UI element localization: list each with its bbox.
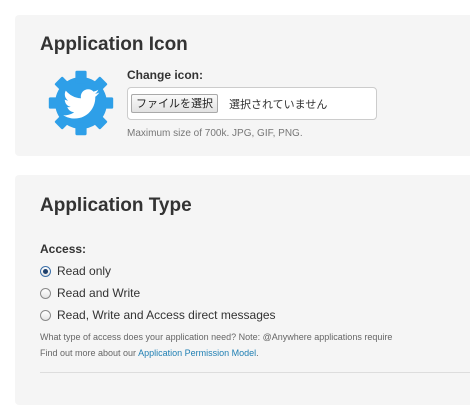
application-icon-panel: Application Icon Change icon: ファイルを選択 選択… [15, 15, 470, 156]
read-write-dm-label[interactable]: Read, Write and Access direct messages [57, 308, 276, 322]
permission-prefix: Find out more about our [40, 348, 139, 358]
application-icon-heading: Application Icon [40, 34, 188, 55]
file-status-text: 選択されていません [229, 98, 328, 111]
change-icon-label: Change icon: [127, 68, 204, 82]
access-label: Access: [40, 242, 87, 256]
access-note: What type of access does your applicatio… [40, 332, 393, 342]
access-option-read-only[interactable]: Read only [40, 263, 111, 279]
application-type-panel: Application Type Access: Read only Read … [15, 175, 470, 405]
section-divider [40, 372, 470, 373]
permission-suffix: . [256, 348, 259, 358]
read-only-label[interactable]: Read only [57, 264, 111, 278]
access-option-read-write-dm[interactable]: Read, Write and Access direct messages [40, 307, 276, 323]
read-only-radio[interactable] [40, 265, 51, 277]
permission-model-link[interactable]: Application Permission Model [138, 348, 256, 358]
twitter-bird-gear-icon [48, 70, 114, 136]
icon-size-hint: Maximum size of 700k. JPG, GIF, PNG. [127, 128, 303, 139]
read-write-radio[interactable] [40, 287, 51, 299]
choose-file-button[interactable]: ファイルを選択 [131, 94, 218, 113]
read-write-label[interactable]: Read and Write [57, 286, 140, 300]
read-write-dm-radio[interactable] [40, 309, 51, 321]
permission-model-line: Find out more about our Application Perm… [40, 348, 259, 358]
icon-file-input[interactable]: ファイルを選択 選択されていません [127, 87, 377, 120]
access-option-read-write[interactable]: Read and Write [40, 285, 140, 301]
application-type-heading: Application Type [40, 195, 192, 216]
